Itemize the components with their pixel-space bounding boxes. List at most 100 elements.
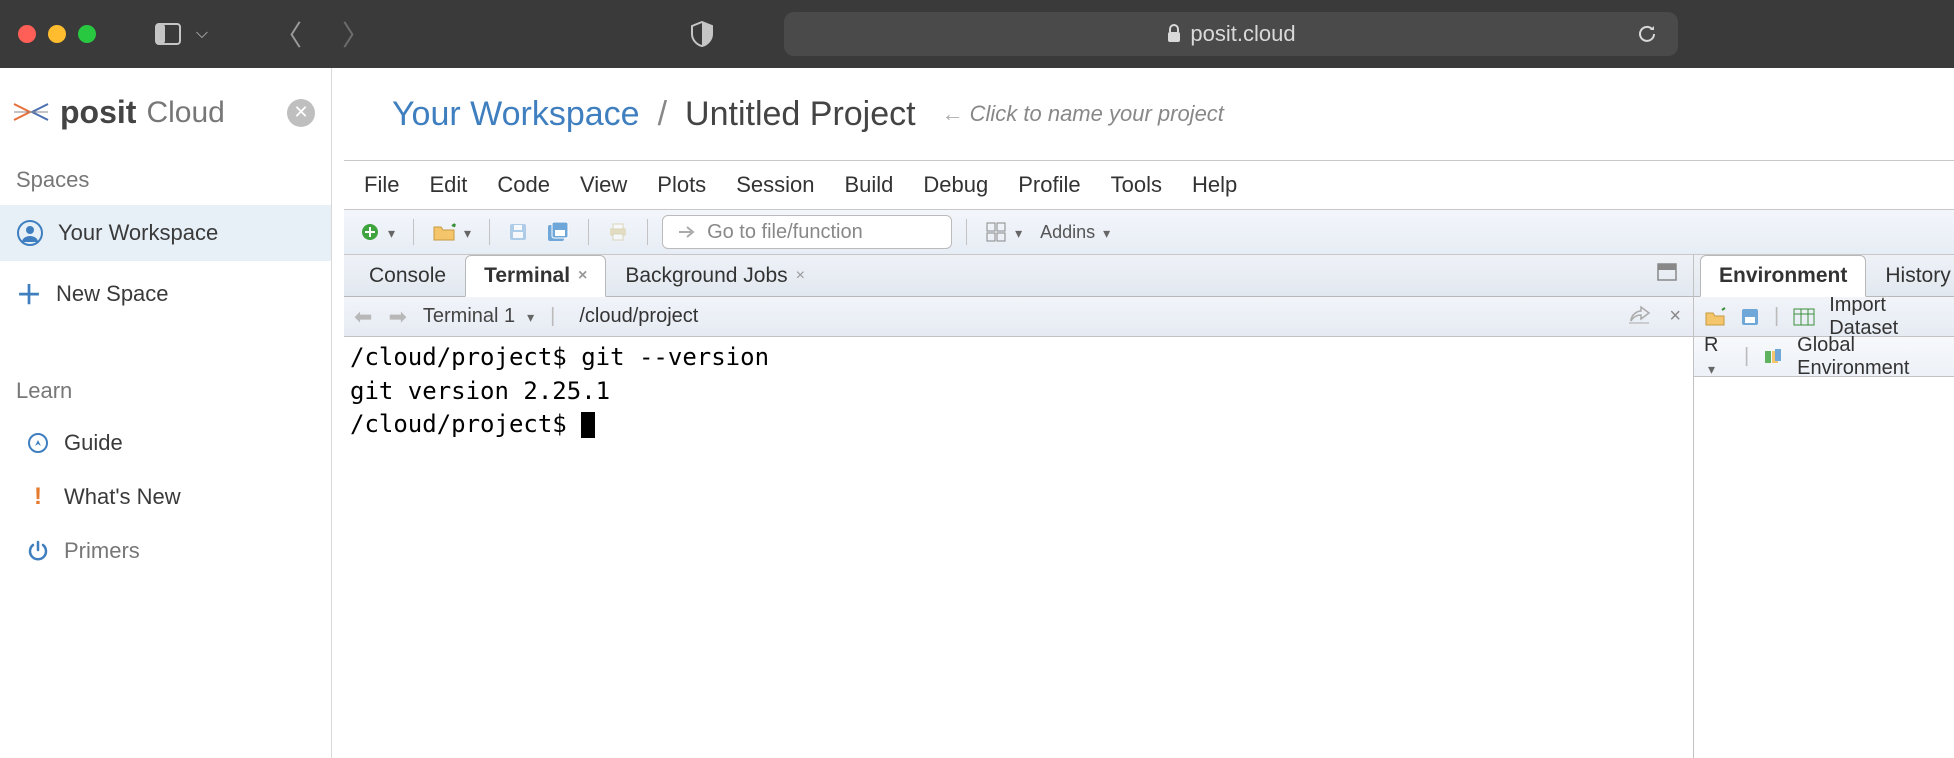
power-icon — [26, 539, 50, 563]
toolbar-separator — [588, 219, 589, 245]
menu-help[interactable]: Help — [1192, 172, 1237, 198]
terminal-selector[interactable]: Terminal 1 — [423, 305, 534, 328]
chevron-down-icon — [384, 222, 395, 243]
sidebar-toggle-group: ⌵ — [154, 20, 216, 48]
toolbar-separator — [647, 219, 648, 245]
exclamation-icon: ! — [26, 485, 50, 509]
terminal-line: git version 2.25.1 — [350, 377, 610, 405]
sidebar-item-whats-new[interactable]: ! What's New — [0, 470, 331, 524]
sidebar-item-label: Your Workspace — [58, 220, 218, 246]
app-sidebar: posit Cloud ✕ Spaces Your Workspace ＋ Ne… — [0, 68, 332, 758]
posit-logo-icon — [12, 98, 50, 128]
window-zoom-button[interactable] — [78, 25, 96, 43]
sidebar-collapse-button[interactable]: ✕ — [287, 99, 315, 127]
global-env-selector[interactable]: Global Environment — [1797, 334, 1944, 380]
menu-edit[interactable]: Edit — [429, 172, 467, 198]
tab-background-jobs[interactable]: Background Jobs × — [606, 255, 824, 296]
ide-area: File Edit Code View Plots Session Build … — [344, 160, 1954, 758]
nav-arrows: 〈 〉 — [274, 14, 370, 54]
tab-label: History — [1885, 264, 1950, 288]
env-toolbar: | Import Dataset — [1694, 297, 1954, 337]
load-workspace-icon[interactable] — [1704, 306, 1726, 328]
sidebar-menu-chevron-icon[interactable]: ⌵ — [188, 20, 216, 48]
main-area: Your Workspace / Untitled Project ← Clic… — [332, 68, 1954, 758]
left-pane: Console Terminal × Background Jobs × — [344, 255, 1694, 758]
compass-icon — [26, 431, 50, 455]
menu-debug[interactable]: Debug — [923, 172, 988, 198]
global-env-label: Global Environment — [1797, 334, 1909, 379]
brand-row: posit Cloud ✕ — [0, 86, 331, 155]
breadcrumb-project-name[interactable]: Untitled Project — [685, 95, 916, 134]
print-button[interactable] — [603, 220, 633, 244]
menu-build[interactable]: Build — [844, 172, 893, 198]
save-workspace-icon[interactable] — [1740, 306, 1760, 328]
tab-terminal[interactable]: Terminal × — [465, 255, 606, 297]
open-file-button[interactable] — [428, 220, 475, 245]
url-text: posit.cloud — [1190, 21, 1295, 47]
right-pane: Environment History | — [1694, 255, 1954, 758]
close-icon[interactable]: × — [578, 267, 587, 285]
toolbar-separator — [966, 219, 967, 245]
sidebar-item-label: What's New — [64, 484, 181, 510]
terminal-next-button[interactable]: ➡ — [388, 304, 406, 330]
sidebar-item-label: Primers — [64, 538, 140, 564]
reload-icon[interactable] — [1636, 23, 1658, 45]
toolbar-separator — [489, 219, 490, 245]
browser-toolbar: ⌵ 〈 〉 posit.cloud — [0, 0, 1954, 68]
privacy-shield-icon[interactable] — [688, 20, 716, 48]
menu-plots[interactable]: Plots — [657, 172, 706, 198]
addins-label: Addins — [1040, 222, 1095, 243]
nav-back-button[interactable]: 〈 — [274, 14, 302, 54]
url-bar[interactable]: posit.cloud — [784, 12, 1678, 56]
grid-view-button[interactable] — [981, 219, 1026, 245]
breadcrumb-workspace-link[interactable]: Your Workspace — [392, 95, 640, 134]
r-engine-selector[interactable]: R — [1704, 334, 1730, 380]
chevron-down-icon — [523, 305, 534, 328]
r-label: R — [1704, 334, 1718, 356]
goto-placeholder: Go to file/function — [707, 221, 863, 244]
clear-terminal-icon[interactable] — [1627, 305, 1651, 328]
import-label: Import Dataset — [1829, 294, 1898, 339]
breadcrumb-separator: / — [658, 95, 667, 134]
menu-profile[interactable]: Profile — [1018, 172, 1080, 198]
plus-icon: ＋ — [16, 275, 42, 312]
tab-history[interactable]: History — [1866, 255, 1954, 296]
tab-environment[interactable]: Environment — [1700, 255, 1866, 297]
new-file-button[interactable] — [356, 220, 399, 245]
sidebar-item-guide[interactable]: Guide — [0, 416, 331, 470]
nav-forward-button[interactable]: 〉 — [342, 14, 370, 54]
menu-tools[interactable]: Tools — [1111, 172, 1162, 198]
terminal-cursor — [581, 412, 595, 438]
sidebar-item-primers[interactable]: Primers — [0, 524, 331, 578]
chevron-down-icon — [460, 222, 471, 243]
sidebar-item-new-space[interactable]: ＋ New Space — [0, 261, 331, 326]
window-minimize-button[interactable] — [48, 25, 66, 43]
menu-file[interactable]: File — [364, 172, 399, 198]
goto-file-function-input[interactable]: Go to file/function — [662, 215, 952, 249]
close-icon[interactable]: × — [796, 267, 805, 285]
menu-view[interactable]: View — [580, 172, 627, 198]
tab-label: Background Jobs — [625, 264, 787, 288]
global-env-icon — [1763, 346, 1783, 368]
menu-code[interactable]: Code — [497, 172, 550, 198]
sidebar-item-your-workspace[interactable]: Your Workspace — [0, 205, 331, 261]
menu-session[interactable]: Session — [736, 172, 814, 198]
posit-logo[interactable]: posit Cloud — [12, 94, 225, 131]
left-pane-tabs: Console Terminal × Background Jobs × — [344, 255, 1693, 297]
terminal-prev-button[interactable]: ⬅ — [354, 304, 372, 330]
tab-console[interactable]: Console — [350, 255, 465, 296]
chevron-down-icon — [1704, 357, 1715, 379]
import-dataset-icon[interactable] — [1793, 306, 1815, 328]
save-button[interactable] — [504, 220, 532, 244]
workspace-user-icon — [16, 219, 44, 247]
chevron-down-icon — [1099, 222, 1110, 243]
window-close-button[interactable] — [18, 25, 36, 43]
addins-button[interactable]: Addins — [1036, 220, 1114, 245]
sidebar-toggle-icon[interactable] — [154, 20, 182, 48]
save-all-button[interactable] — [542, 219, 574, 245]
terminal-output[interactable]: /cloud/project$ git --version git versio… — [344, 337, 1693, 758]
project-name-hint: ← Click to name your project — [942, 101, 1224, 127]
window-controls — [18, 25, 96, 43]
maximize-pane-icon[interactable] — [1657, 263, 1677, 281]
close-terminal-icon[interactable]: × — [1669, 305, 1681, 328]
